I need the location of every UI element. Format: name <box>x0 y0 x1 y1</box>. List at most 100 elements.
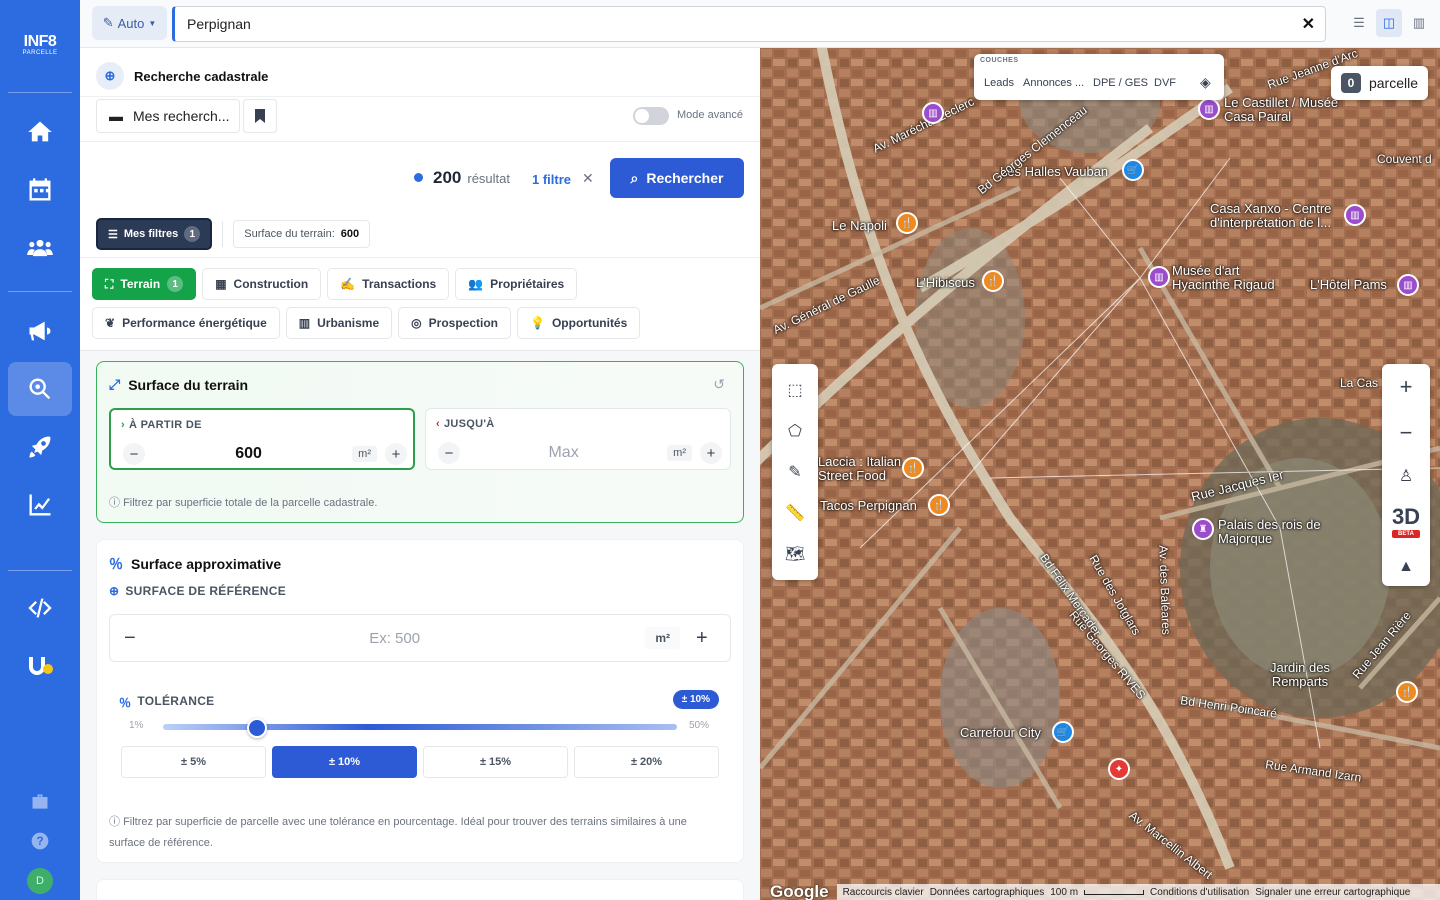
zoom-out-button[interactable]: − <box>1400 420 1413 446</box>
increment-button[interactable]: + <box>385 443 407 465</box>
tab-performance-energetique[interactable]: ❦ Performance énergétique <box>92 307 280 339</box>
tab-label: Opportunités <box>551 316 628 330</box>
draw-rectangle-icon[interactable]: ⬚ <box>787 380 802 400</box>
decrement-button[interactable]: − <box>438 442 460 464</box>
draw-polygon-icon[interactable]: ⬠ <box>788 421 802 441</box>
tab-prospection[interactable]: ◎ Prospection <box>398 307 511 339</box>
decrement-button[interactable]: − <box>123 443 145 465</box>
museum-icon[interactable]: ▥ <box>1198 98 1220 120</box>
restaurant-icon[interactable]: 🍴 <box>1396 681 1418 703</box>
tab-construction[interactable]: ▦ Construction <box>202 268 322 300</box>
preset-15-button[interactable]: ± 15% <box>423 746 568 778</box>
active-filter-tag[interactable]: Surface du terrain: 600 <box>233 220 371 248</box>
search-button[interactable]: ⌕ Rechercher <box>610 158 744 198</box>
layer-dpe-ges[interactable]: DPE / GES <box>1093 77 1148 89</box>
bookmark-icon[interactable] <box>243 99 277 133</box>
shopping-cart-icon[interactable]: 🛒 <box>1122 159 1144 181</box>
home-icon[interactable] <box>8 105 72 159</box>
address-search-input[interactable]: Perpignan ✕ <box>172 6 1326 42</box>
zoom-in-button[interactable]: + <box>1400 374 1413 400</box>
chart-icon[interactable] <box>8 478 72 532</box>
preset-5-button[interactable]: ± 5% <box>121 746 266 778</box>
min-surface-field[interactable]: › À PARTIR DE − 600 m² + <box>109 408 415 470</box>
museum-icon[interactable]: ▥ <box>1344 204 1366 226</box>
map-data-link[interactable]: Données cartographiques <box>930 887 1045 898</box>
restaurant-icon[interactable]: 🍴 <box>896 212 918 234</box>
map-label: Le Napoli <box>832 218 887 233</box>
clear-filters-icon[interactable]: ✕ <box>582 170 594 187</box>
layers-icon[interactable]: ◈ <box>1200 74 1211 91</box>
result-count: 200 résultat <box>414 168 510 188</box>
map-icon[interactable]: 🗺 <box>785 544 805 564</box>
filter-count-link[interactable]: 1 filtre <box>532 172 571 187</box>
preset-20-button[interactable]: ± 20% <box>574 746 719 778</box>
my-searches-button[interactable]: ▬ Mes recherch... <box>96 99 240 133</box>
tab-urbanisme[interactable]: ▥ Urbanisme <box>285 307 393 339</box>
min-surface-value[interactable]: 600 <box>145 445 352 463</box>
svg-text:?: ? <box>36 835 43 848</box>
shopping-cart-icon[interactable]: 🛒 <box>1052 721 1074 743</box>
max-surface-placeholder[interactable]: Max <box>460 444 667 462</box>
search-icon[interactable] <box>8 362 72 416</box>
preset-10-button[interactable]: ± 10% <box>272 746 417 778</box>
users-icon[interactable] <box>8 221 72 275</box>
map-view-icon[interactable]: ▥ <box>1406 9 1432 37</box>
slider-thumb[interactable] <box>247 718 268 738</box>
castle-icon[interactable]: ♜ <box>1192 518 1214 540</box>
parcel-count: 0 <box>1340 73 1361 93</box>
my-filters-button[interactable]: ☰ Mes filtres 1 <box>96 218 213 250</box>
tolerance-slider[interactable] <box>163 724 677 730</box>
code-icon[interactable] <box>8 581 72 635</box>
calendar-icon[interactable] <box>8 163 72 217</box>
3d-button[interactable]: 3D BETA <box>1391 506 1421 538</box>
restaurant-icon[interactable]: 🍴 <box>928 494 950 516</box>
terrain-icon[interactable]: ▲ <box>1398 558 1414 576</box>
result-number: 200 <box>433 168 462 187</box>
tab-transactions[interactable]: ✍ Transactions <box>327 268 450 300</box>
rocket-icon[interactable] <box>8 420 72 474</box>
tab-label: Transactions <box>362 277 437 291</box>
layer-leads[interactable]: Leads <box>984 77 1014 89</box>
clear-search-icon[interactable]: ✕ <box>1302 14 1315 34</box>
map-label: L'Hibiscus <box>916 275 975 290</box>
avatar[interactable]: D <box>27 868 53 894</box>
reference-surface-input[interactable]: − Ex: 500 m² + <box>109 614 731 662</box>
museum-icon[interactable]: ▥ <box>922 102 944 124</box>
partner-logo-icon[interactable] <box>8 639 72 693</box>
street-view-icon[interactable]: ♙ <box>1399 466 1413 486</box>
tab-opportunites[interactable]: 💡 Opportunités <box>517 307 641 339</box>
museum-icon[interactable]: ▥ <box>1397 274 1419 296</box>
tab-proprietaires[interactable]: 👥 Propriétaires <box>455 268 578 300</box>
split-view-icon[interactable]: ◫ <box>1376 9 1402 37</box>
layer-annonces[interactable]: Annonces ... <box>1023 77 1084 89</box>
map-view[interactable]: Les Halles Vauban Le Castillet / Musée C… <box>760 48 1440 900</box>
increment-button[interactable]: + <box>700 442 722 464</box>
max-surface-field[interactable]: ‹ JUSQU'À − Max m² + <box>425 408 731 470</box>
google-logo: Google <box>770 882 829 900</box>
list-view-icon[interactable]: ☰ <box>1346 9 1372 37</box>
megaphone-icon[interactable] <box>8 304 72 358</box>
parcel-counter[interactable]: 0 parcelle <box>1330 66 1428 100</box>
ruler-icon[interactable]: 📏 <box>785 503 805 523</box>
help-icon[interactable]: ? <box>30 831 50 854</box>
reset-icon[interactable]: ↺ <box>713 376 725 393</box>
layer-dvf[interactable]: DVF <box>1154 77 1176 89</box>
auto-mode-button[interactable]: ✎ Auto ▼ <box>92 6 167 40</box>
decrement-button[interactable]: − <box>124 627 144 650</box>
increment-button[interactable]: + <box>696 627 716 650</box>
report-error-link[interactable]: Signaler une erreur cartographique <box>1255 887 1410 898</box>
draw-freehand-icon[interactable]: ✎ <box>788 462 801 482</box>
terms-link[interactable]: Conditions d'utilisation <box>1150 887 1249 898</box>
logo[interactable]: INF8 PARCELLE <box>23 34 58 57</box>
keyboard-shortcuts-link[interactable]: Raccourcis clavier <box>843 887 924 898</box>
location-marker-icon[interactable]: ✦ <box>1108 758 1130 780</box>
restaurant-icon[interactable]: 🍴 <box>982 270 1004 292</box>
search-zoom-icon: ⊕ <box>96 62 124 90</box>
toolbox-icon[interactable] <box>30 792 50 815</box>
tab-terrain[interactable]: ⛶ Terrain 1 <box>92 268 197 300</box>
chevron-left-icon: ‹ <box>436 418 440 430</box>
restaurant-icon[interactable]: 🍴 <box>902 457 924 479</box>
advanced-mode-toggle[interactable] <box>633 107 669 125</box>
search-panel: ⊕ Recherche cadastrale ▬ Mes recherch...… <box>80 48 760 900</box>
museum-icon[interactable]: ▥ <box>1148 266 1170 288</box>
